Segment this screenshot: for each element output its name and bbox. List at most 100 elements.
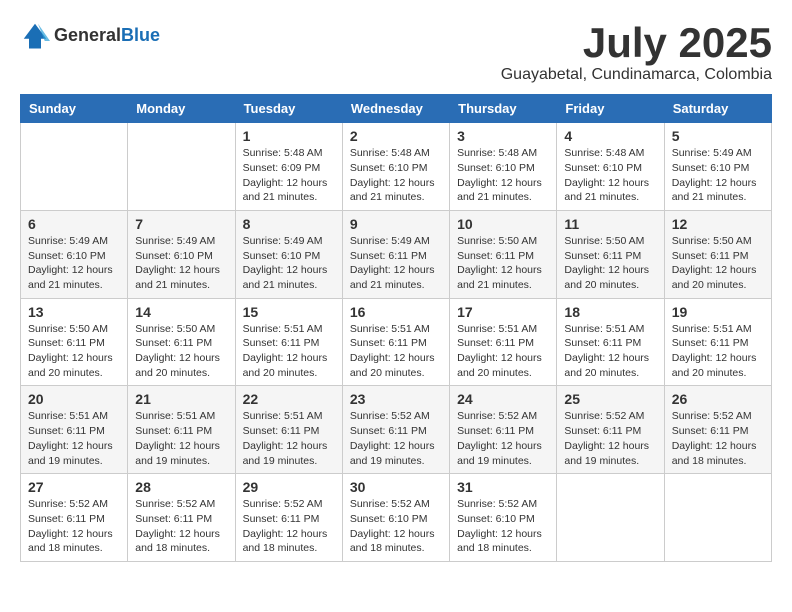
day-cell: 5 Sunrise: 5:49 AM Sunset: 6:10 PM Daylig… bbox=[664, 123, 771, 211]
logo-icon bbox=[20, 20, 50, 50]
day-info: Sunrise: 5:49 AM Sunset: 6:10 PM Dayligh… bbox=[672, 146, 764, 205]
day-info: Sunrise: 5:49 AM Sunset: 6:10 PM Dayligh… bbox=[28, 234, 120, 293]
day-number: 21 bbox=[135, 391, 227, 407]
logo: GeneralBlue bbox=[20, 20, 160, 50]
day-number: 4 bbox=[564, 128, 656, 144]
calendar-table: SundayMondayTuesdayWednesdayThursdayFrid… bbox=[20, 94, 772, 562]
day-number: 3 bbox=[457, 128, 549, 144]
day-info: Sunrise: 5:50 AM Sunset: 6:11 PM Dayligh… bbox=[457, 234, 549, 293]
day-info: Sunrise: 5:51 AM Sunset: 6:11 PM Dayligh… bbox=[243, 409, 335, 468]
day-cell: 16Sunrise: 5:51 AM Sunset: 6:11 PM Dayli… bbox=[342, 298, 449, 386]
day-info: Sunrise: 5:52 AM Sunset: 6:11 PM Dayligh… bbox=[564, 409, 656, 468]
day-cell: 29 Sunrise: 5:52 AM Sunset: 6:11 PM Dayli… bbox=[235, 474, 342, 562]
day-cell: 15 Sunrise: 5:51 AM Sunset: 6:11 PM Dayli… bbox=[235, 298, 342, 386]
day-number: 20 bbox=[28, 391, 120, 407]
day-number: 1 bbox=[243, 128, 335, 144]
weekday-header-sunday: Sunday bbox=[21, 95, 128, 123]
day-info: Sunrise: 5:48 AM Sunset: 6:10 PM Dayligh… bbox=[457, 146, 549, 205]
day-cell: 28 Sunrise: 5:52 AM Sunset: 6:11 PM Dayli… bbox=[128, 474, 235, 562]
day-number: 26 bbox=[672, 391, 764, 407]
day-cell: 27 Sunrise: 5:52 AM Sunset: 6:11 PM Dayli… bbox=[21, 474, 128, 562]
weekday-header-tuesday: Tuesday bbox=[235, 95, 342, 123]
day-cell bbox=[128, 123, 235, 211]
day-info: Sunrise: 5:50 AM Sunset: 6:11 PM Dayligh… bbox=[135, 322, 227, 381]
day-number: 31 bbox=[457, 479, 549, 495]
day-info: Sunrise: 5:51 AM Sunset: 6:11 PM Dayligh… bbox=[135, 409, 227, 468]
weekday-header-friday: Friday bbox=[557, 95, 664, 123]
day-cell: 23 Sunrise: 5:52 AM Sunset: 6:11 PM Dayli… bbox=[342, 386, 449, 474]
month-title: July 2025 bbox=[501, 20, 772, 66]
day-number: 2 bbox=[350, 128, 442, 144]
day-info: Sunrise: 5:52 AM Sunset: 6:11 PM Dayligh… bbox=[350, 409, 442, 468]
day-cell: 8 Sunrise: 5:49 AM Sunset: 6:10 PM Daylig… bbox=[235, 210, 342, 298]
day-info: Sunrise: 5:48 AM Sunset: 6:09 PM Dayligh… bbox=[243, 146, 335, 205]
day-cell: 31 Sunrise: 5:52 AM Sunset: 6:10 PM Dayli… bbox=[450, 474, 557, 562]
day-info: Sunrise: 5:51 AM Sunset: 6:11 PM Dayligh… bbox=[564, 322, 656, 381]
day-cell: 2Sunrise: 5:48 AM Sunset: 6:10 PM Daylig… bbox=[342, 123, 449, 211]
day-cell: 4 Sunrise: 5:48 AM Sunset: 6:10 PM Daylig… bbox=[557, 123, 664, 211]
day-info: Sunrise: 5:52 AM Sunset: 6:11 PM Dayligh… bbox=[28, 497, 120, 556]
day-cell: 12Sunrise: 5:50 AM Sunset: 6:11 PM Dayli… bbox=[664, 210, 771, 298]
day-cell bbox=[664, 474, 771, 562]
day-cell: 24Sunrise: 5:52 AM Sunset: 6:11 PM Dayli… bbox=[450, 386, 557, 474]
weekday-header-wednesday: Wednesday bbox=[342, 95, 449, 123]
day-number: 12 bbox=[672, 216, 764, 232]
day-info: Sunrise: 5:51 AM Sunset: 6:11 PM Dayligh… bbox=[350, 322, 442, 381]
day-info: Sunrise: 5:51 AM Sunset: 6:11 PM Dayligh… bbox=[457, 322, 549, 381]
page-header: GeneralBlue July 2025 Guayabetal, Cundin… bbox=[20, 20, 772, 84]
day-number: 13 bbox=[28, 304, 120, 320]
day-number: 10 bbox=[457, 216, 549, 232]
day-number: 24 bbox=[457, 391, 549, 407]
day-number: 28 bbox=[135, 479, 227, 495]
day-cell: 17Sunrise: 5:51 AM Sunset: 6:11 PM Dayli… bbox=[450, 298, 557, 386]
week-row-2: 6 Sunrise: 5:49 AM Sunset: 6:10 PM Daylig… bbox=[21, 210, 772, 298]
day-cell: 13 Sunrise: 5:50 AM Sunset: 6:11 PM Dayli… bbox=[21, 298, 128, 386]
day-info: Sunrise: 5:51 AM Sunset: 6:11 PM Dayligh… bbox=[243, 322, 335, 381]
day-number: 27 bbox=[28, 479, 120, 495]
day-info: Sunrise: 5:51 AM Sunset: 6:11 PM Dayligh… bbox=[28, 409, 120, 468]
week-row-3: 13 Sunrise: 5:50 AM Sunset: 6:11 PM Dayli… bbox=[21, 298, 772, 386]
day-info: Sunrise: 5:49 AM Sunset: 6:10 PM Dayligh… bbox=[243, 234, 335, 293]
weekday-header-monday: Monday bbox=[128, 95, 235, 123]
day-number: 6 bbox=[28, 216, 120, 232]
day-number: 22 bbox=[243, 391, 335, 407]
day-number: 11 bbox=[564, 216, 656, 232]
day-info: Sunrise: 5:52 AM Sunset: 6:10 PM Dayligh… bbox=[457, 497, 549, 556]
day-cell: 21 Sunrise: 5:51 AM Sunset: 6:11 PM Dayli… bbox=[128, 386, 235, 474]
weekday-header-thursday: Thursday bbox=[450, 95, 557, 123]
day-number: 15 bbox=[243, 304, 335, 320]
day-info: Sunrise: 5:50 AM Sunset: 6:11 PM Dayligh… bbox=[28, 322, 120, 381]
day-cell: 1 Sunrise: 5:48 AM Sunset: 6:09 PM Daylig… bbox=[235, 123, 342, 211]
day-number: 25 bbox=[564, 391, 656, 407]
weekday-header-saturday: Saturday bbox=[664, 95, 771, 123]
day-cell: 10 Sunrise: 5:50 AM Sunset: 6:11 PM Dayli… bbox=[450, 210, 557, 298]
day-number: 19 bbox=[672, 304, 764, 320]
day-cell: 11Sunrise: 5:50 AM Sunset: 6:11 PM Dayli… bbox=[557, 210, 664, 298]
day-cell: 9Sunrise: 5:49 AM Sunset: 6:11 PM Daylig… bbox=[342, 210, 449, 298]
day-number: 8 bbox=[243, 216, 335, 232]
day-number: 23 bbox=[350, 391, 442, 407]
day-number: 18 bbox=[564, 304, 656, 320]
day-info: Sunrise: 5:49 AM Sunset: 6:10 PM Dayligh… bbox=[135, 234, 227, 293]
day-number: 29 bbox=[243, 479, 335, 495]
day-info: Sunrise: 5:52 AM Sunset: 6:11 PM Dayligh… bbox=[672, 409, 764, 468]
day-cell: 7 Sunrise: 5:49 AM Sunset: 6:10 PM Daylig… bbox=[128, 210, 235, 298]
day-cell: 22 Sunrise: 5:51 AM Sunset: 6:11 PM Dayli… bbox=[235, 386, 342, 474]
day-number: 5 bbox=[672, 128, 764, 144]
day-number: 30 bbox=[350, 479, 442, 495]
day-info: Sunrise: 5:48 AM Sunset: 6:10 PM Dayligh… bbox=[564, 146, 656, 205]
day-cell: 20 Sunrise: 5:51 AM Sunset: 6:11 PM Dayli… bbox=[21, 386, 128, 474]
day-info: Sunrise: 5:52 AM Sunset: 6:11 PM Dayligh… bbox=[243, 497, 335, 556]
day-info: Sunrise: 5:52 AM Sunset: 6:11 PM Dayligh… bbox=[135, 497, 227, 556]
day-number: 14 bbox=[135, 304, 227, 320]
weekday-header-row: SundayMondayTuesdayWednesdayThursdayFrid… bbox=[21, 95, 772, 123]
day-cell bbox=[21, 123, 128, 211]
day-cell bbox=[557, 474, 664, 562]
day-info: Sunrise: 5:51 AM Sunset: 6:11 PM Dayligh… bbox=[672, 322, 764, 381]
week-row-5: 27 Sunrise: 5:52 AM Sunset: 6:11 PM Dayli… bbox=[21, 474, 772, 562]
day-number: 7 bbox=[135, 216, 227, 232]
location-title: Guayabetal, Cundinamarca, Colombia bbox=[501, 66, 772, 84]
day-cell: 14 Sunrise: 5:50 AM Sunset: 6:11 PM Dayli… bbox=[128, 298, 235, 386]
day-cell: 30Sunrise: 5:52 AM Sunset: 6:10 PM Dayli… bbox=[342, 474, 449, 562]
logo-text: GeneralBlue bbox=[54, 25, 160, 46]
